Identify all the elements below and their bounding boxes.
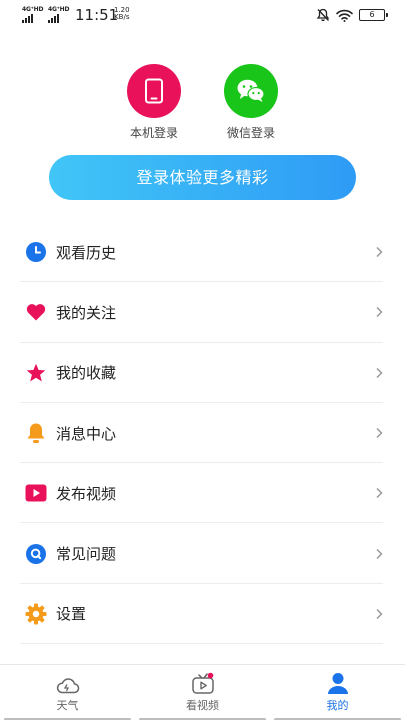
menu-item-label: 发布视频 <box>56 484 117 503</box>
cloud-icon <box>56 678 79 694</box>
heart-icon <box>25 301 47 323</box>
menu-item-faq[interactable]: 常见问题 <box>0 523 405 584</box>
wechat-login-label: 微信登录 <box>226 126 275 140</box>
mute-icon <box>316 8 330 22</box>
star-icon <box>25 362 47 384</box>
clock-icon <box>25 241 47 263</box>
chevron-right-icon <box>376 247 383 258</box>
tab-label: 我的 <box>326 699 349 712</box>
clock: 11:51 <box>75 6 119 24</box>
phone-login-circle[interactable] <box>127 64 181 118</box>
bell-icon <box>25 422 47 444</box>
network-speed: 1.20 KB/s <box>114 7 130 21</box>
menu-item-my-follows[interactable]: 我的关注 <box>0 282 405 343</box>
menu-list: 观看历史 我的关注 我的收藏 消息中心 发布视频 常见问题 设置 <box>0 222 405 645</box>
phone-login-option[interactable]: 本机登录 <box>114 64 194 141</box>
chevron-right-icon <box>376 548 383 559</box>
chevron-right-icon <box>376 488 383 499</box>
chevron-right-icon <box>376 367 383 378</box>
sim1-label: 4G⁺HD <box>22 6 44 13</box>
signal-icon <box>22 14 33 23</box>
login-button[interactable]: 登录体验更多精彩 <box>49 155 356 200</box>
tab-mine[interactable]: 我的 <box>270 665 405 720</box>
divider <box>20 643 383 645</box>
menu-item-publish-video[interactable]: 发布视频 <box>0 463 405 524</box>
wechat-icon <box>237 79 265 102</box>
play-icon <box>25 482 47 504</box>
menu-item-message-center[interactable]: 消息中心 <box>0 403 405 464</box>
tab-weather[interactable]: 天气 <box>0 665 135 720</box>
menu-item-my-favorites[interactable]: 我的收藏 <box>0 343 405 403</box>
chevron-right-icon <box>376 307 383 318</box>
sim2-label: 4G⁺HD <box>48 6 70 13</box>
signal-icon <box>48 14 59 23</box>
menu-item-label: 我的关注 <box>56 303 117 322</box>
battery-icon: 6 <box>359 9 388 21</box>
menu-item-watch-history[interactable]: 观看历史 <box>0 222 405 283</box>
menu-item-label: 观看历史 <box>56 243 117 262</box>
chevron-right-icon <box>376 608 383 619</box>
menu-item-label: 消息中心 <box>56 424 117 443</box>
menu-item-label: 我的收藏 <box>56 364 117 383</box>
bottom-tab-bar: 天气 看视频 我的 <box>0 664 405 720</box>
question-icon <box>25 543 47 565</box>
chevron-right-icon <box>376 428 383 439</box>
menu-item-settings[interactable]: 设置 <box>0 584 405 645</box>
status-bar: 4G⁺HD 4G⁺HD 11:51 1.20 KB/s 6 <box>0 0 405 32</box>
tab-label: 看视频 <box>186 699 219 712</box>
gear-icon <box>25 603 47 625</box>
tab-videos[interactable]: 看视频 <box>135 665 270 720</box>
menu-item-label: 常见问题 <box>56 545 117 564</box>
tab-label: 天气 <box>56 699 79 712</box>
notification-badge <box>207 672 213 679</box>
phone-login-label: 本机登录 <box>129 126 178 140</box>
wifi-icon <box>336 9 353 22</box>
person-icon <box>327 673 348 694</box>
menu-item-label: 设置 <box>56 605 87 624</box>
speed-unit: KB/s <box>114 13 130 21</box>
phone-icon <box>145 78 163 104</box>
wechat-login-circle[interactable] <box>224 64 278 118</box>
tv-icon <box>191 672 214 694</box>
wechat-login-option[interactable]: 微信登录 <box>211 64 291 141</box>
